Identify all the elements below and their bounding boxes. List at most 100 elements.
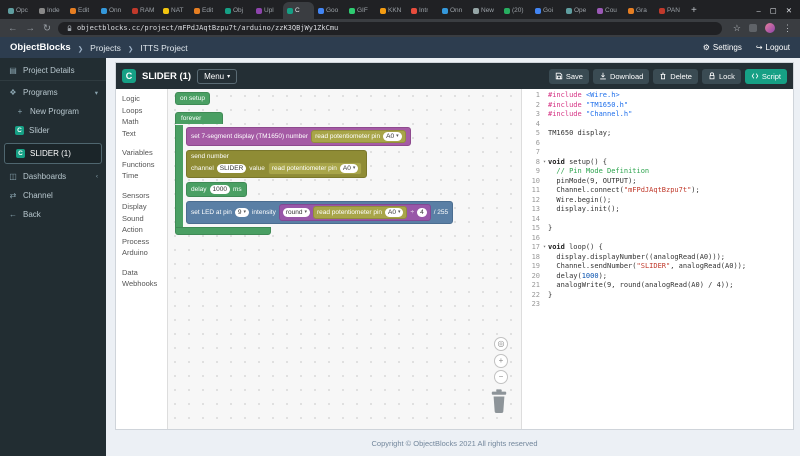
fold-icon[interactable]: ▾ [543, 158, 546, 168]
sidebar-item-slider[interactable]: CSlider [0, 121, 106, 140]
sidebar-item-slider-1[interactable]: CSLIDER (1) [4, 143, 102, 164]
download-icon [599, 72, 607, 80]
delay-value-field[interactable]: 1000 [210, 185, 230, 194]
browser-tab[interactable]: Edit [190, 2, 221, 19]
maximize-icon[interactable]: ▢ [770, 6, 777, 15]
browser-tab[interactable]: Goi [531, 2, 562, 19]
logout-button[interactable]: ↪Logout [756, 43, 790, 52]
divisor-field[interactable]: 4 [417, 208, 427, 217]
browser-tab[interactable]: GIF [345, 2, 376, 19]
toolbox-category-display[interactable]: Display [116, 201, 167, 213]
block-forever[interactable]: forever set 7-segment display (TM1650) n… [175, 107, 453, 235]
browser-tab[interactable]: NAT [159, 2, 190, 19]
block-read-potentiometer[interactable]: read potentiometer pin A0 [313, 206, 408, 219]
browser-tab[interactable]: Onn [97, 2, 128, 19]
script-button[interactable]: Script [745, 69, 787, 84]
pin-dropdown[interactable]: A0 [385, 208, 403, 217]
block-on-setup[interactable]: on setup [175, 92, 210, 105]
code-text: void setup() { [548, 158, 607, 168]
block-send-number[interactable]: send number channel SLIDER value read po… [186, 150, 367, 178]
extension-icon[interactable] [749, 24, 757, 32]
forever-label[interactable]: forever [175, 112, 223, 124]
browser-tab[interactable]: Opc [4, 2, 35, 19]
toolbox-category-data[interactable]: Data [116, 267, 167, 279]
bookmark-star-icon[interactable]: ☆ [733, 23, 741, 34]
block-7segment-display[interactable]: set 7-segment display (TM1650) number re… [186, 127, 411, 146]
browser-tab-active[interactable]: C [283, 2, 314, 19]
save-button[interactable]: Save [549, 69, 589, 84]
toolbox-category-variables[interactable]: Variables [116, 147, 167, 159]
zoom-reset-button[interactable]: ◎ [494, 337, 508, 351]
browser-tab[interactable]: RAM [128, 2, 159, 19]
block-label: ms [233, 186, 242, 193]
back-icon[interactable]: ← [8, 23, 18, 34]
lock-button[interactable]: Lock [702, 69, 741, 84]
toolbox-category-loops[interactable]: Loops [116, 105, 167, 117]
sidebar-item-programs[interactable]: ❖Programs▾ [0, 83, 106, 102]
breadcrumb-item[interactable]: ITTS Project [128, 43, 188, 53]
address-bar[interactable]: objectblocks.cc/project/mFPdJAqtBzpu7t/a… [58, 22, 722, 35]
toolbox-category-webhooks[interactable]: Webhooks [116, 278, 167, 290]
block-read-potentiometer[interactable]: read potentiometer pin A0 [268, 162, 363, 175]
toolbox-category-math[interactable]: Math [116, 116, 167, 128]
browser-tab[interactable]: Goo [314, 2, 345, 19]
browser-tab[interactable]: PAN [655, 2, 686, 19]
pin-dropdown[interactable]: A0 [340, 164, 358, 173]
browser-tab[interactable]: Intr [407, 2, 438, 19]
toolbox-category-time[interactable]: Time [116, 170, 167, 182]
browser-tab[interactable]: Obj [221, 2, 252, 19]
menu-button[interactable]: Menu [197, 69, 237, 84]
toolbox-category-sensors[interactable]: Sensors [116, 190, 167, 202]
toolbox-category-action[interactable]: Action [116, 224, 167, 236]
trash-icon[interactable] [490, 389, 508, 419]
delete-button[interactable]: Delete [653, 69, 698, 84]
sidebar-item-channel[interactable]: ⇄Channel [0, 186, 106, 205]
close-icon[interactable]: ✕ [786, 6, 792, 15]
download-button[interactable]: Download [593, 69, 649, 84]
browser-tab[interactable]: Gra [624, 2, 655, 19]
round-dropdown[interactable]: round [283, 208, 310, 217]
forward-icon[interactable]: → [26, 23, 36, 34]
sidebar-item-project-details[interactable]: ▤Project Details [0, 61, 106, 81]
browser-tab[interactable]: New [469, 2, 500, 19]
block-set-led[interactable]: set LED at pin 9 intensity round read po… [186, 201, 453, 224]
browser-tab[interactable]: Cou [593, 2, 624, 19]
sidebar-item-back[interactable]: ←Back [0, 205, 106, 224]
new-tab-button[interactable]: + [691, 5, 697, 16]
browser-tab[interactable]: Edit [66, 2, 97, 19]
toolbox-category-logic[interactable]: Logic [116, 93, 167, 105]
browser-tab[interactable]: Ope [562, 2, 593, 19]
block-delay[interactable]: delay 1000 ms [186, 182, 247, 197]
code-panel[interactable]: 1#include <Wire.h>2#include "TM1650.h"3#… [521, 89, 793, 429]
main-content: C SLIDER (1) Menu SaveDownloadDeleteLock… [106, 58, 800, 456]
line-number: 10 [522, 177, 540, 187]
toolbox-category-text[interactable]: Text [116, 128, 167, 140]
zoom-out-button[interactable]: − [494, 370, 508, 384]
reload-icon[interactable]: ↻ [43, 23, 51, 34]
browser-tab[interactable]: Upl [252, 2, 283, 19]
block-read-potentiometer[interactable]: read potentiometer pin A0 [311, 130, 406, 143]
toolbox-category-process[interactable]: Process [116, 236, 167, 248]
settings-button[interactable]: ⚙Settings [703, 43, 742, 52]
fold-icon[interactable]: ▾ [543, 243, 546, 253]
browser-tab[interactable]: Inde [35, 2, 66, 19]
block-round-math[interactable]: round read potentiometer pin A0 ÷ 4 [279, 204, 431, 221]
browser-tab[interactable]: Onn [438, 2, 469, 19]
browser-tab[interactable]: KKN [376, 2, 407, 19]
toolbox-category-functions[interactable]: Functions [116, 159, 167, 171]
toolbox-category-arduino[interactable]: Arduino [116, 247, 167, 259]
sidebar-item-dashboards[interactable]: ◫Dashboards‹ [0, 167, 106, 186]
zoom-in-button[interactable]: + [494, 354, 508, 368]
pin-dropdown[interactable]: A0 [383, 132, 401, 141]
sidebar-item-new-program[interactable]: +New Program [0, 102, 106, 121]
breadcrumb-item[interactable]: Projects [78, 43, 121, 53]
profile-avatar[interactable] [765, 23, 775, 33]
browser-tab[interactable]: (20) [500, 2, 531, 19]
blockly-canvas[interactable]: on setup forever set 7-segment display (… [168, 89, 521, 429]
toolbox-category-sound[interactable]: Sound [116, 213, 167, 225]
channel-name-field[interactable]: SLIDER [217, 164, 246, 173]
pin-dropdown[interactable]: 9 [235, 208, 249, 217]
browser-menu-icon[interactable]: ⋮ [783, 23, 792, 34]
brand[interactable]: ObjectBlocks [10, 42, 71, 53]
minimize-icon[interactable]: – [756, 6, 760, 15]
